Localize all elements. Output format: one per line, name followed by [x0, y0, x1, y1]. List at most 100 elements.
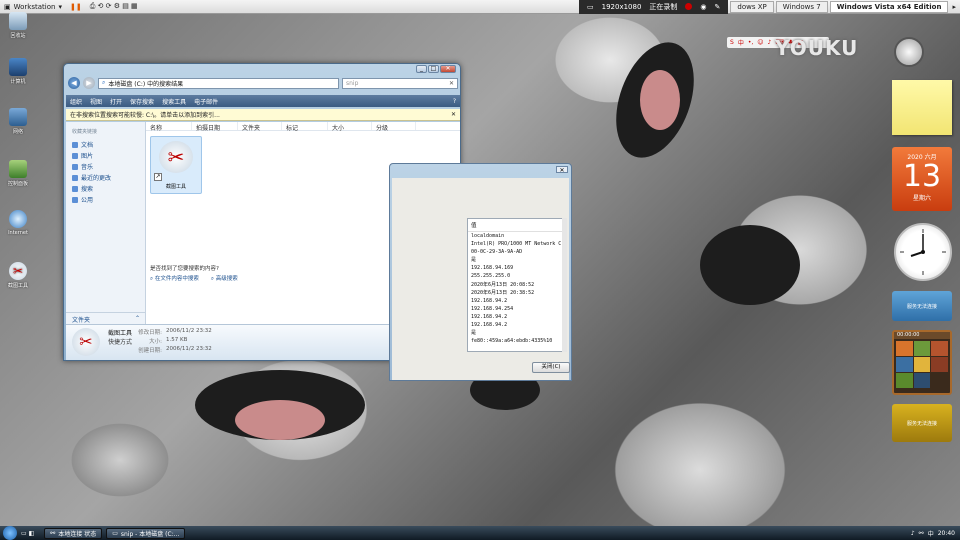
tab-win7[interactable]: Windows 7 [775, 0, 828, 13]
views-button[interactable]: 视图 [90, 97, 102, 106]
scrollbar[interactable] [562, 218, 567, 352]
email-button[interactable]: 电子邮件 [194, 97, 218, 106]
column-date-taken[interactable]: 拍摄日期 [192, 122, 238, 132]
back-button[interactable]: ◀ [68, 77, 80, 89]
search-contents-link[interactable]: ⌕ 在文件内容中搜索 [150, 274, 199, 283]
scissors-icon: ✂ [9, 262, 27, 280]
record-icon[interactable] [685, 3, 693, 10]
desktop-icon-label: 计算机 [10, 79, 26, 85]
sidebar-item-label: 公用 [81, 197, 94, 204]
puzzle-tile[interactable] [913, 373, 931, 388]
folder-icon [72, 196, 78, 203]
column-tags[interactable]: 标记 [282, 122, 328, 132]
tab-xp[interactable]: dows XP [730, 0, 774, 13]
sidebar-item-searches[interactable]: 搜索 [66, 183, 145, 194]
detail-key: 创建日期: [138, 348, 162, 354]
volume-icon[interactable]: ♪ [911, 530, 915, 537]
taskbar-button-explorer[interactable]: ▭ snip - 本地磁盘 (C:... [106, 527, 186, 539]
puzzle-tile[interactable] [931, 341, 948, 356]
help-icon[interactable]: ? [453, 98, 456, 105]
sidebar-item-recent[interactable]: 最近的更改 [66, 172, 145, 183]
puzzle-gadget[interactable]: 00:00:00 [892, 330, 952, 395]
desktop-icon-recycle-bin[interactable]: 回收站 [4, 12, 32, 39]
column-name[interactable]: 名称 [146, 122, 192, 132]
currency-gadget[interactable]: 服务无法连接 [892, 404, 952, 442]
puzzle-tile[interactable] [896, 341, 913, 356]
puzzle-tile[interactable] [913, 357, 931, 372]
open-button[interactable]: 打开 [110, 97, 122, 106]
tab-label: dows XP [737, 2, 767, 11]
maximize-button[interactable]: □ [428, 65, 439, 73]
puzzle-tile[interactable] [896, 373, 913, 388]
list-item: 2020年6月13日 20:08:52 [471, 281, 535, 288]
search-input[interactable]: snip ✕ [342, 77, 458, 89]
desktop-icon-snipping-tool[interactable]: ✂ 截图工具 [4, 262, 32, 289]
folder-icon: ▭ [112, 529, 118, 537]
taskbar: ▭ ◧ ⚯ 本地连接 状态 ▭ snip - 本地磁盘 (C:... ♪ ⚯ 中 2… [0, 526, 960, 540]
desktop-icon-computer[interactable]: 计算机 [4, 58, 32, 85]
start-button[interactable] [3, 526, 17, 540]
puzzle-tile[interactable] [931, 357, 948, 372]
sidebar-item-public[interactable]: 公用 [66, 194, 145, 205]
taskbar-button-network[interactable]: ⚯ 本地连接 状态 [44, 527, 103, 539]
close-button[interactable]: ✕ [556, 166, 568, 174]
gauge-gadget[interactable] [894, 37, 924, 67]
close-button[interactable]: ✕ [440, 65, 456, 73]
sidebar-item-documents[interactable]: 文档 [66, 139, 145, 150]
info-bar[interactable]: 在非搜索位置搜索可能较慢: C:\。请单击以添加到索引... ✕ [66, 109, 460, 121]
camera-icon[interactable]: ◉ [700, 3, 706, 11]
currency-status: 服务无法连接 [906, 421, 937, 427]
sogou-icon: S [730, 39, 734, 46]
detail-value: 1.57 KB [166, 337, 188, 343]
nav-header: 收藏夹链接 [72, 129, 98, 135]
chevron-down-icon: ▾ [58, 2, 62, 11]
more-icon[interactable]: ▸ [948, 0, 960, 14]
advanced-search-link[interactable]: ⌕ 高级搜索 [211, 274, 238, 283]
puzzle-tile[interactable] [896, 357, 913, 372]
file-item[interactable]: ✂ ↗ 截图工具 [150, 136, 202, 194]
clear-icon[interactable]: ✕ [449, 80, 454, 87]
puzzle-tile[interactable] [913, 341, 931, 356]
network-tray-icon[interactable]: ⚯ [919, 530, 924, 537]
system-tray: ♪ ⚯ 中 20:40 [911, 529, 960, 538]
search-icon: ⌕ [150, 276, 154, 282]
sidebar-item-music[interactable]: 音乐 [66, 161, 145, 172]
desktop-icon-control-panel[interactable]: 控制面板 [4, 160, 32, 187]
column-folder[interactable]: 文件夹 [238, 122, 282, 132]
forward-button[interactable]: ▶ [83, 77, 95, 89]
computer-icon [9, 58, 27, 76]
desktop-icon-network[interactable]: 网络 [4, 108, 32, 135]
address-bar[interactable]: ⌕ 本地磁盘 (C:) 中的搜索结果 [98, 77, 339, 89]
column-size[interactable]: 大小 [328, 122, 372, 132]
puzzle-tile[interactable] [931, 373, 948, 388]
analog-clock-gadget[interactable] [894, 223, 952, 281]
save-search-button[interactable]: 保存搜索 [130, 97, 154, 106]
notes-gadget[interactable] [892, 80, 952, 135]
sidebar-item-pictures[interactable]: 图片 [66, 150, 145, 161]
search-tools-button[interactable]: 搜索工具 [162, 97, 186, 106]
close-dialog-button[interactable]: 关闭(C) [532, 362, 570, 373]
mic-icon: ♪ [767, 39, 772, 46]
list-item: 是 [471, 330, 477, 337]
clock-time[interactable]: 20:40 [938, 530, 955, 537]
column-rating[interactable]: 分级 [372, 122, 416, 132]
pen-icon[interactable]: ✎ [715, 3, 721, 11]
calendar-gadget[interactable]: 2020 六月 13 星期六 [892, 147, 952, 211]
detail-row: 大小: 1.57 KB [138, 337, 187, 345]
folders-toggle[interactable]: 文件夹 ⌃ [66, 312, 146, 324]
desktop-icon-label: 控制面板 [7, 181, 28, 187]
desktop-icon-internet[interactable]: Internet [4, 210, 32, 236]
list-item: 2020年6月13日 20:38:52 [471, 289, 535, 296]
pause-button[interactable]: ❚❚ [66, 0, 86, 14]
desktop-icon-label: 网络 [12, 129, 23, 135]
minimize-button[interactable]: _ [416, 65, 427, 73]
folder-icon [72, 163, 78, 170]
weather-gadget[interactable]: 服务无法连接 [892, 291, 952, 321]
detail-type: 快捷方式 [108, 339, 133, 346]
folders-label: 文件夹 [72, 317, 91, 324]
folder-icon [72, 174, 78, 181]
ime-tray-icon[interactable]: 中 [928, 529, 934, 538]
organize-button[interactable]: 组织 [70, 97, 82, 106]
close-icon[interactable]: ✕ [451, 111, 456, 118]
tab-vista[interactable]: Windows Vista x64 Edition [829, 0, 949, 13]
